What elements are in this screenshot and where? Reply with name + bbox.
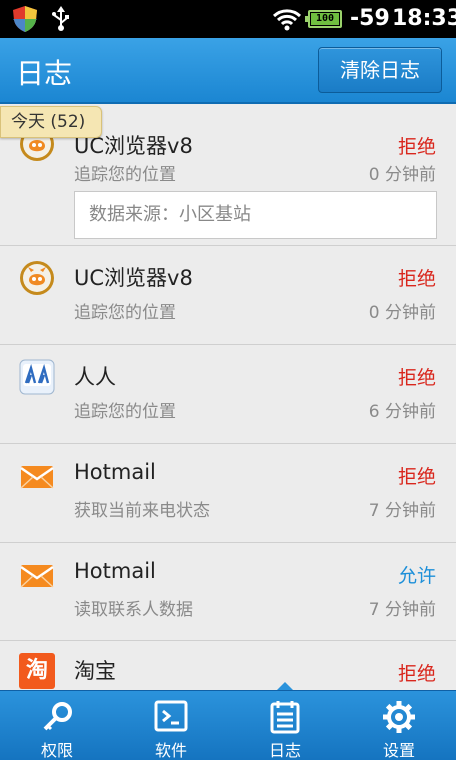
time-ago: 7 分钟前	[368, 501, 436, 521]
time-ago: 7 分钟前	[368, 600, 436, 620]
clock: 18:33	[392, 6, 456, 31]
action-status: 拒绝	[397, 136, 436, 158]
action-status: 允许	[397, 565, 436, 587]
tab-settings[interactable]: 设置	[342, 691, 456, 760]
time-ago: 0 分钟前	[368, 165, 436, 185]
renren-icon	[19, 359, 55, 395]
log-list: UC浏览器v8 拒绝 追踪您的位置 0 分钟前 数据来源：小区基站 UC浏览器v…	[0, 104, 456, 690]
hotmail-icon	[20, 565, 54, 588]
usb-icon	[52, 6, 69, 31]
terminal-icon	[154, 700, 188, 732]
log-icon	[270, 701, 300, 734]
wifi-icon	[272, 9, 302, 31]
signal-strength: -59	[350, 6, 390, 31]
clear-log-button[interactable]: 清除日志	[318, 47, 442, 93]
app-name: Hotmail	[74, 559, 156, 583]
list-item[interactable]: UC浏览器v8 拒绝 追踪您的位置 0 分钟前	[0, 246, 456, 345]
time-ago: 6 分钟前	[368, 402, 436, 422]
list-item[interactable]: Hotmail 拒绝 获取当前来电状态 7 分钟前	[0, 444, 456, 543]
app-name: Hotmail	[74, 460, 156, 484]
action-status: 拒绝	[397, 268, 436, 290]
tab-software[interactable]: 软件	[114, 691, 228, 760]
permission-text: 获取当前来电状态	[74, 501, 210, 521]
list-item[interactable]: 淘 淘宝 拒绝	[0, 641, 456, 690]
action-status: 拒绝	[397, 466, 436, 488]
permission-text: 追踪您的位置	[74, 165, 176, 185]
action-status: 拒绝	[397, 367, 436, 389]
app-name: UC浏览器v8	[74, 266, 193, 290]
day-group-tag: 今天 (52)	[0, 106, 102, 138]
key-icon	[43, 702, 72, 731]
permission-text: 读取联系人数据	[74, 600, 193, 620]
page-title: 日志	[16, 57, 73, 90]
permission-text: 追踪您的位置	[74, 303, 176, 323]
nav-label: 设置	[382, 741, 415, 760]
battery-icon: 100	[305, 10, 342, 28]
list-item[interactable]: Hotmail 允许 读取联系人数据 7 分钟前	[0, 543, 456, 641]
shield-icon	[13, 6, 37, 32]
uc-browser-icon	[20, 261, 54, 295]
status-bar: 100 -59 18:33	[0, 0, 456, 38]
list-item[interactable]: 人人 拒绝 追踪您的位置 6 分钟前	[0, 345, 456, 444]
app-name: 人人	[74, 365, 116, 389]
app-name: 淘宝	[74, 659, 116, 683]
permission-text: 追踪您的位置	[74, 402, 176, 422]
title-bar: 日志 清除日志	[0, 38, 456, 104]
battery-label: 100	[311, 13, 339, 25]
tab-permissions[interactable]: 权限	[0, 691, 114, 760]
gear-icon	[383, 701, 415, 733]
tab-log[interactable]: 日志	[228, 682, 342, 760]
taobao-icon: 淘	[19, 653, 55, 689]
hotmail-icon	[20, 466, 54, 489]
bottom-nav: 权限 软件 日志 设置	[0, 682, 456, 760]
time-ago: 0 分钟前	[368, 303, 436, 323]
action-status: 拒绝	[397, 663, 436, 685]
nav-label: 软件	[154, 741, 187, 760]
nav-label: 权限	[40, 741, 73, 760]
nav-label: 日志	[268, 741, 301, 760]
data-source-detail: 数据来源：小区基站	[74, 191, 437, 239]
